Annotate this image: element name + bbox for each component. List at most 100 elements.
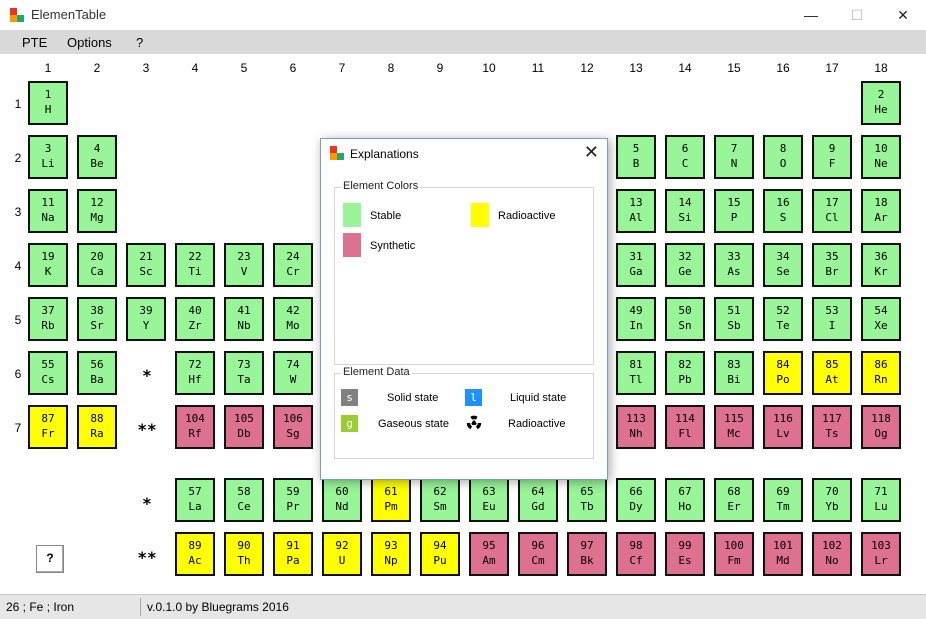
element-cell-mc[interactable]: 115 Mc (714, 405, 754, 449)
element-cell-sb[interactable]: 51 Sb (714, 297, 754, 341)
element-cell-lv[interactable]: 116 Lv (763, 405, 803, 449)
dialog-close-button[interactable]: ✕ (584, 142, 599, 163)
help-button[interactable]: ? (36, 545, 64, 573)
element-cell-h[interactable]: 1H (28, 81, 68, 125)
element-cell-he[interactable]: 2 He (861, 81, 901, 125)
element-cell-c[interactable]: 6C (665, 135, 705, 179)
element-cell-sg[interactable]: 106 Sg (273, 405, 313, 449)
element-cell-og[interactable]: 118 Og (861, 405, 901, 449)
element-cell-dy[interactable]: 66 Dy (616, 478, 656, 522)
element-cell-yb[interactable]: 70 Yb (812, 478, 852, 522)
element-cell-ho[interactable]: 67 Ho (665, 478, 705, 522)
element-cell-xe[interactable]: 54 Xe (861, 297, 901, 341)
element-cell-po[interactable]: 84 Po (763, 351, 803, 395)
element-cell-pu[interactable]: 94 Pu (420, 532, 460, 576)
element-cell-cs[interactable]: 55 Cs (28, 351, 68, 395)
element-cell-ta[interactable]: 73 Ta (224, 351, 264, 395)
element-cell-se[interactable]: 34 Se (763, 243, 803, 287)
menu-pte[interactable]: PTE (22, 35, 47, 50)
menu-help[interactable]: ? (136, 35, 143, 50)
element-cell-la[interactable]: 57 La (175, 478, 215, 522)
element-cell-sc[interactable]: 21 Sc (126, 243, 166, 287)
element-cell-eu[interactable]: 63 Eu (469, 478, 509, 522)
element-cell-te[interactable]: 52 Te (763, 297, 803, 341)
element-cell-p[interactable]: 15 P (714, 189, 754, 233)
element-cell-ac[interactable]: 89 Ac (175, 532, 215, 576)
element-cell-es[interactable]: 99 Es (665, 532, 705, 576)
element-cell-zr[interactable]: 40 Zr (175, 297, 215, 341)
element-cell-nd[interactable]: 60 Nd (322, 478, 362, 522)
element-cell-ra[interactable]: 88 Ra (77, 405, 117, 449)
element-cell-cr[interactable]: 24 Cr (273, 243, 313, 287)
element-cell-n[interactable]: 7N (714, 135, 754, 179)
element-cell-nb[interactable]: 41 Nb (224, 297, 264, 341)
element-cell-lu[interactable]: 71 Lu (861, 478, 901, 522)
element-cell-am[interactable]: 95 Am (469, 532, 509, 576)
element-cell-al[interactable]: 13 Al (616, 189, 656, 233)
element-cell-bk[interactable]: 97 Bk (567, 532, 607, 576)
element-cell-ne[interactable]: 10 Ne (861, 135, 901, 179)
element-cell-fr[interactable]: 87 Fr (28, 405, 68, 449)
element-cell-at[interactable]: 85 At (812, 351, 852, 395)
element-cell-ge[interactable]: 32 Ge (665, 243, 705, 287)
element-cell-as[interactable]: 33 As (714, 243, 754, 287)
element-cell-in[interactable]: 49 In (616, 297, 656, 341)
element-cell-th[interactable]: 90 Th (224, 532, 264, 576)
element-cell-cl[interactable]: 17 Cl (812, 189, 852, 233)
element-cell-cf[interactable]: 98 Cf (616, 532, 656, 576)
element-cell-v[interactable]: 23 V (224, 243, 264, 287)
element-cell-ba[interactable]: 56 Ba (77, 351, 117, 395)
element-cell-s[interactable]: 16 S (763, 189, 803, 233)
element-cell-br[interactable]: 35 Br (812, 243, 852, 287)
element-cell-pm[interactable]: 61 Pm (371, 478, 411, 522)
element-cell-rn[interactable]: 86 Rn (861, 351, 901, 395)
element-cell-si[interactable]: 14 Si (665, 189, 705, 233)
element-cell-kr[interactable]: 36 Kr (861, 243, 901, 287)
element-cell-i[interactable]: 53 I (812, 297, 852, 341)
element-cell-tb[interactable]: 65 Tb (567, 478, 607, 522)
element-cell-b[interactable]: 5B (616, 135, 656, 179)
close-button[interactable]: ✕ (880, 0, 926, 30)
element-cell-fl[interactable]: 114 Fl (665, 405, 705, 449)
element-cell-ts[interactable]: 117 Ts (812, 405, 852, 449)
element-cell-pb[interactable]: 82 Pb (665, 351, 705, 395)
element-cell-md[interactable]: 101 Md (763, 532, 803, 576)
element-cell-lr[interactable]: 103 Lr (861, 532, 901, 576)
element-cell-li[interactable]: 3 Li (28, 135, 68, 179)
element-cell-tl[interactable]: 81 Tl (616, 351, 656, 395)
element-cell-hf[interactable]: 72 Hf (175, 351, 215, 395)
element-cell-pr[interactable]: 59 Pr (273, 478, 313, 522)
element-cell-bi[interactable]: 83 Bi (714, 351, 754, 395)
element-cell-np[interactable]: 93 Np (371, 532, 411, 576)
element-cell-na[interactable]: 11 Na (28, 189, 68, 233)
element-cell-ga[interactable]: 31 Ga (616, 243, 656, 287)
element-cell-pa[interactable]: 91 Pa (273, 532, 313, 576)
element-cell-o[interactable]: 8O (763, 135, 803, 179)
element-cell-ce[interactable]: 58 Ce (224, 478, 264, 522)
element-cell-be[interactable]: 4 Be (77, 135, 117, 179)
element-cell-no[interactable]: 102 No (812, 532, 852, 576)
element-cell-fm[interactable]: 100 Fm (714, 532, 754, 576)
element-cell-mo[interactable]: 42 Mo (273, 297, 313, 341)
element-cell-u[interactable]: 92 U (322, 532, 362, 576)
element-cell-rb[interactable]: 37 Rb (28, 297, 68, 341)
menu-options[interactable]: Options (67, 35, 112, 50)
element-cell-db[interactable]: 105 Db (224, 405, 264, 449)
element-cell-w[interactable]: 74 W (273, 351, 313, 395)
element-cell-er[interactable]: 68 Er (714, 478, 754, 522)
element-cell-tm[interactable]: 69 Tm (763, 478, 803, 522)
element-cell-rf[interactable]: 104 Rf (175, 405, 215, 449)
maximize-button[interactable]: ☐ (834, 0, 880, 30)
element-cell-ca[interactable]: 20 Ca (77, 243, 117, 287)
minimize-button[interactable]: — (788, 0, 834, 30)
element-cell-cm[interactable]: 96 Cm (518, 532, 558, 576)
element-cell-sn[interactable]: 50 Sn (665, 297, 705, 341)
element-cell-sm[interactable]: 62 Sm (420, 478, 460, 522)
element-cell-gd[interactable]: 64 Gd (518, 478, 558, 522)
element-cell-k[interactable]: 19 K (28, 243, 68, 287)
element-cell-f[interactable]: 9F (812, 135, 852, 179)
element-cell-ar[interactable]: 18 Ar (861, 189, 901, 233)
element-cell-nh[interactable]: 113 Nh (616, 405, 656, 449)
element-cell-sr[interactable]: 38 Sr (77, 297, 117, 341)
element-cell-mg[interactable]: 12 Mg (77, 189, 117, 233)
